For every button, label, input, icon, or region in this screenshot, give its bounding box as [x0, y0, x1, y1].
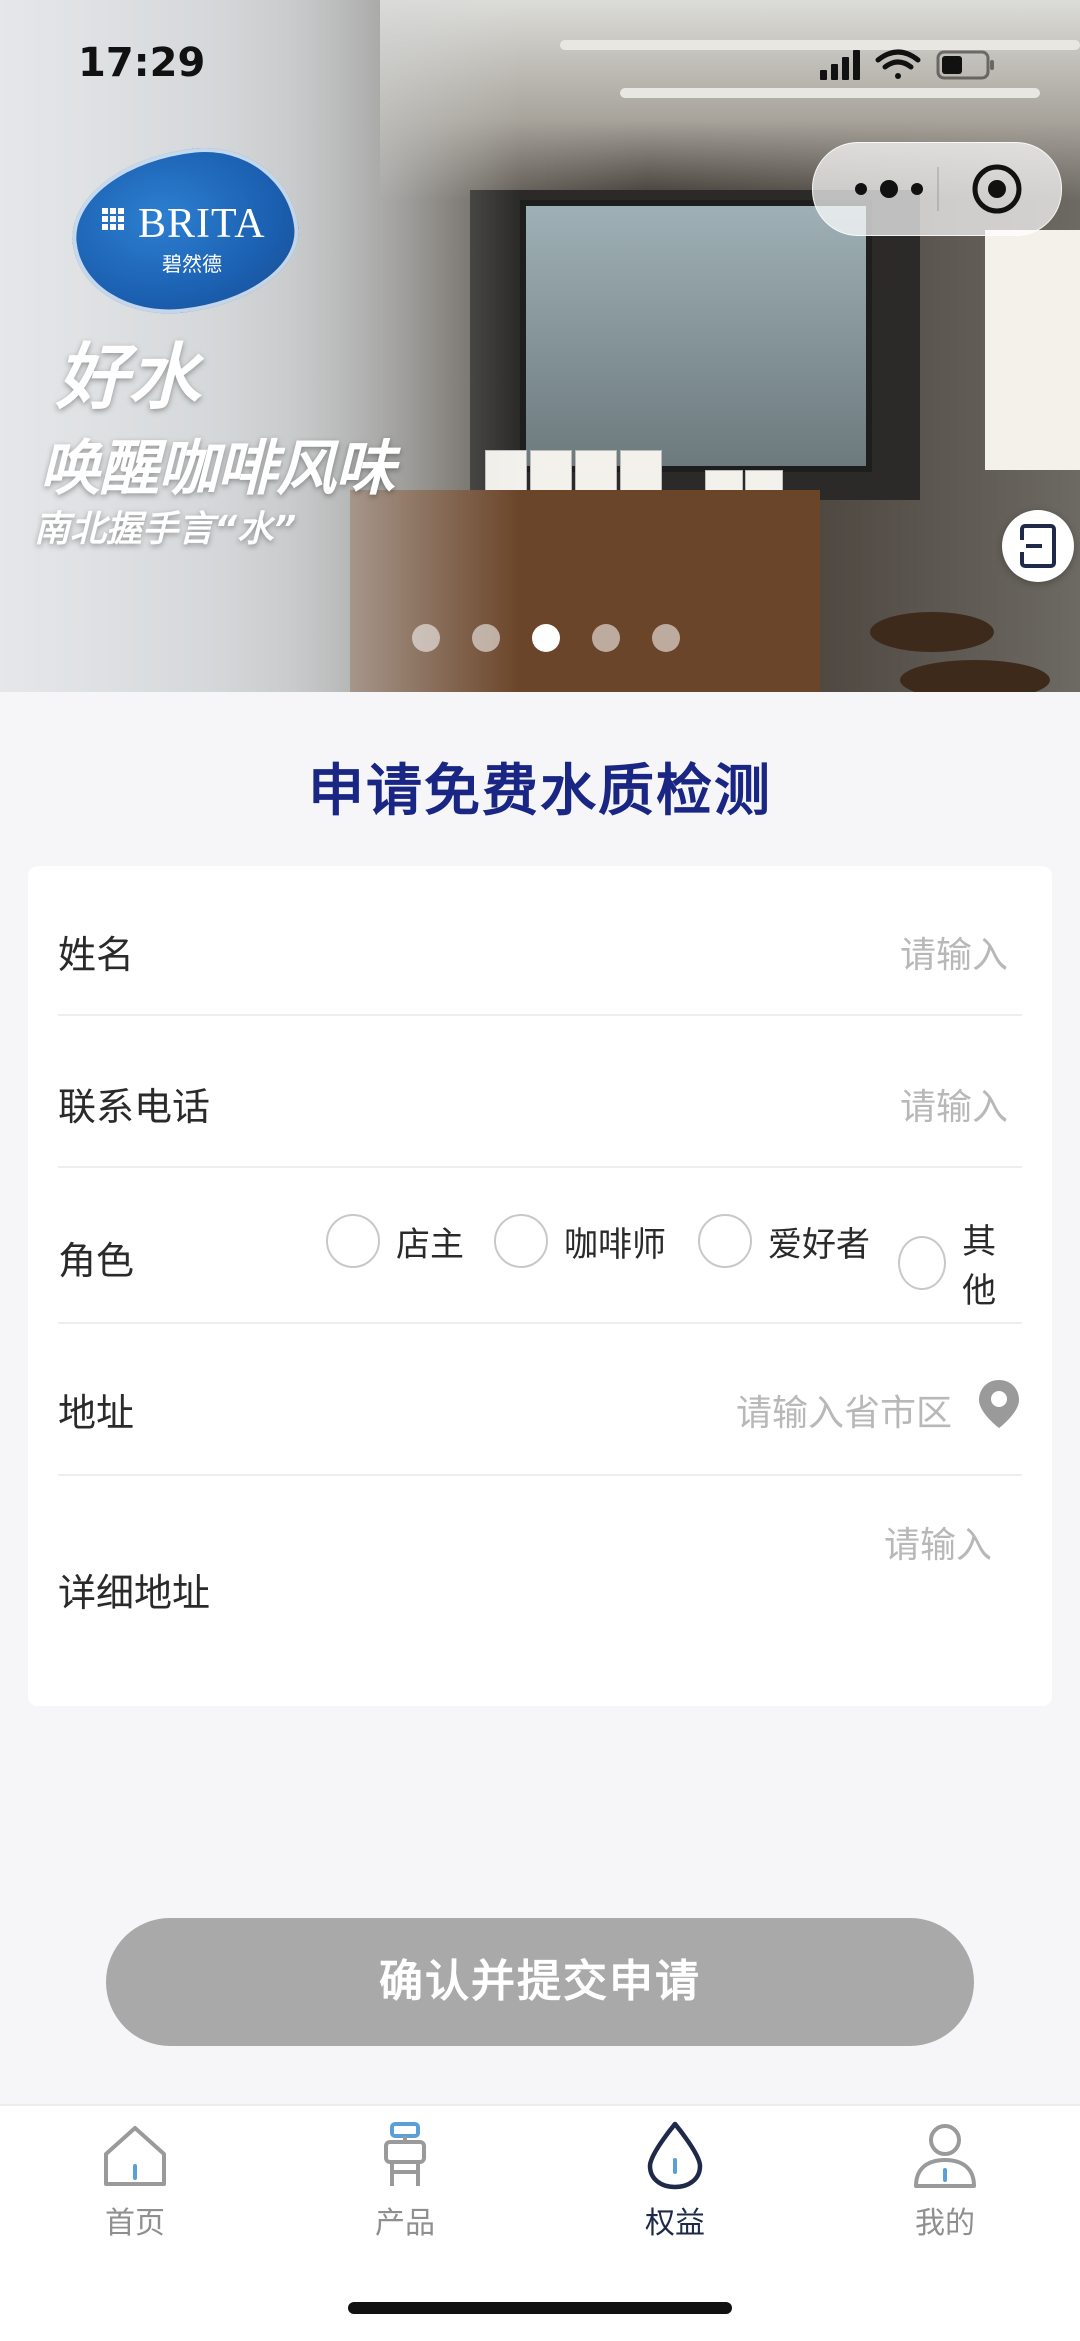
form-row-role: 角色 店主 咖啡师 爱好者 其他 — [58, 1214, 1022, 1311]
product-icon — [384, 2122, 426, 2186]
profile-icon — [914, 2124, 976, 2188]
radio-unchecked-icon[interactable] — [898, 1236, 947, 1290]
brand-name: BRITA — [138, 201, 266, 247]
tab-profile-label: 我的 — [915, 2206, 975, 2241]
carousel-dot-active[interactable] — [532, 624, 560, 652]
page-title: 申请免费水质检测 — [308, 759, 772, 824]
carousel-dot[interactable] — [592, 624, 620, 652]
role-option-label: 爱好者 — [768, 1224, 870, 1265]
role-option-other[interactable]: 其他 — [898, 1214, 1022, 1312]
form-row-address-detail[interactable]: 详细地址 请输入 — [58, 1522, 1022, 1662]
role-option-enthusiast[interactable]: 爱好者 — [698, 1214, 870, 1268]
hero-banner-carousel[interactable]: BRITA 碧然德 好水 唤醒咖啡风味 南北握手言“水” — [0, 0, 1080, 692]
banner-slogan-line2: 唤醒咖啡风味 — [40, 434, 395, 504]
carousel-dot[interactable] — [652, 624, 680, 652]
role-option-barista[interactable]: 咖啡师 — [494, 1214, 666, 1268]
radio-unchecked-icon[interactable] — [326, 1214, 380, 1268]
region-label: 地址 — [58, 1391, 135, 1435]
form-row-name[interactable]: 姓名 请输入 — [58, 918, 1022, 988]
brita-logo-grid-icon — [102, 208, 124, 230]
tab-products-label: 产品 — [375, 2206, 435, 2241]
tab-profile[interactable]: 我的 — [810, 2106, 1080, 2256]
role-option-label: 店主 — [396, 1224, 464, 1265]
radio-unchecked-icon[interactable] — [698, 1214, 752, 1268]
form-divider — [58, 1166, 1022, 1168]
banner-photo-stool — [870, 612, 994, 652]
banner-slogan-line1: 好水 — [56, 335, 201, 419]
form-divider — [58, 1322, 1022, 1324]
close-miniprogram-icon[interactable] — [971, 163, 1023, 215]
carousel-dot[interactable] — [472, 624, 500, 652]
location-pin-icon[interactable] — [976, 1378, 1022, 1430]
banner-photo-pipe — [620, 88, 1040, 98]
role-option-label: 其他 — [962, 1222, 997, 1311]
capsule-divider — [937, 167, 939, 211]
phone-label: 联系电话 — [58, 1085, 211, 1129]
application-form-card: 姓名 请输入 联系电话 请输入 角色 店主 咖啡师 爱好者 其他 地址 请输入省… — [28, 866, 1052, 1706]
name-input[interactable]: 请输入 — [900, 926, 1008, 978]
benefits-drop-icon — [647, 2121, 703, 2190]
status-bar-icons — [820, 49, 994, 80]
signal-icon — [820, 50, 860, 80]
banner-photo-window — [520, 200, 872, 472]
address-detail-label: 详细地址 — [58, 1571, 211, 1615]
form-divider — [58, 1474, 1022, 1476]
brand-chinese-name: 碧然德 — [162, 252, 222, 276]
miniprogram-capsule — [812, 142, 1062, 236]
tab-benefits-label: 权益 — [645, 2206, 705, 2241]
tab-home-label: 首页 — [105, 2206, 165, 2241]
banner-slogan-line3: 南北握手言“水” — [34, 509, 297, 550]
more-options-icon[interactable] — [849, 173, 929, 205]
form-row-phone[interactable]: 联系电话 请输入 — [58, 1070, 1022, 1140]
tab-products[interactable]: 产品 — [270, 2106, 540, 2256]
phone-input[interactable]: 请输入 — [900, 1078, 1008, 1130]
exit-icon — [1010, 524, 1056, 568]
radio-unchecked-icon[interactable] — [494, 1214, 548, 1268]
carousel-dot[interactable] — [412, 624, 440, 652]
address-detail-textarea[interactable]: 请输入 — [884, 1516, 992, 1568]
form-divider — [58, 1014, 1022, 1016]
role-label: 角色 — [58, 1239, 135, 1283]
tab-benefits[interactable]: 权益 — [540, 2106, 810, 2256]
wifi-icon — [875, 49, 921, 79]
carousel-pagination — [412, 624, 682, 654]
submit-application-button[interactable]: 确认并提交申请 — [106, 1918, 974, 2046]
role-option-label: 咖啡师 — [564, 1224, 666, 1265]
status-bar-time: 17:29 — [78, 40, 206, 86]
region-picker[interactable]: 请输入省市区 — [736, 1384, 952, 1436]
tab-home[interactable]: 首页 — [0, 2106, 270, 2256]
home-icon — [104, 2126, 166, 2186]
banner-photo-stool — [900, 660, 1050, 692]
home-indicator — [348, 2302, 732, 2314]
form-row-region[interactable]: 地址 请输入省市区 — [58, 1376, 1022, 1446]
role-option-owner[interactable]: 店主 — [326, 1214, 464, 1268]
exit-share-button[interactable] — [1002, 510, 1074, 582]
battery-icon — [936, 50, 994, 80]
name-label: 姓名 — [58, 933, 135, 977]
banner-photo-poster — [985, 230, 1080, 470]
